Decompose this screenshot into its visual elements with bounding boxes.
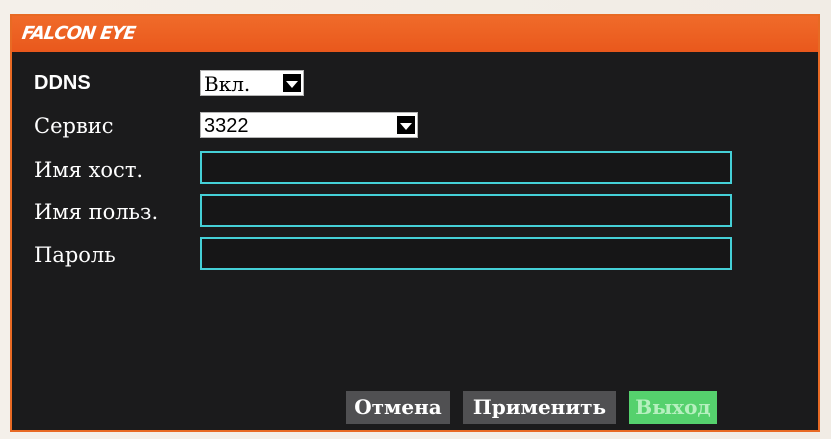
username-label: Имя польз.	[34, 200, 159, 224]
apply-button[interactable]: Применить	[463, 391, 616, 424]
brand-logo: FALCON EYE	[20, 23, 137, 44]
ddns-select-value: Вкл.	[204, 72, 251, 96]
screen: FALCON EYE DDNS Вкл. Сервис 3322 Имя хос…	[0, 0, 831, 439]
ddns-label: DDNS	[34, 72, 91, 94]
hostname-label: Имя хост.	[34, 158, 144, 182]
chevron-down-icon[interactable]	[397, 116, 415, 134]
title-bar: FALCON EYE	[12, 16, 818, 52]
chevron-down-icon[interactable]	[283, 74, 301, 92]
hostname-field[interactable]	[200, 151, 732, 184]
username-field[interactable]	[200, 194, 732, 227]
cancel-button[interactable]: Отмена	[346, 391, 450, 424]
ddns-select[interactable]: Вкл.	[200, 70, 304, 96]
password-label: Пароль	[34, 243, 116, 267]
password-field[interactable]	[200, 237, 732, 270]
exit-button[interactable]: Выход	[629, 391, 717, 424]
ddns-settings-window: FALCON EYE DDNS Вкл. Сервис 3322 Имя хос…	[10, 14, 820, 432]
service-select[interactable]: 3322	[200, 112, 418, 138]
service-select-value: 3322	[204, 115, 249, 137]
service-label: Сервис	[34, 114, 114, 138]
